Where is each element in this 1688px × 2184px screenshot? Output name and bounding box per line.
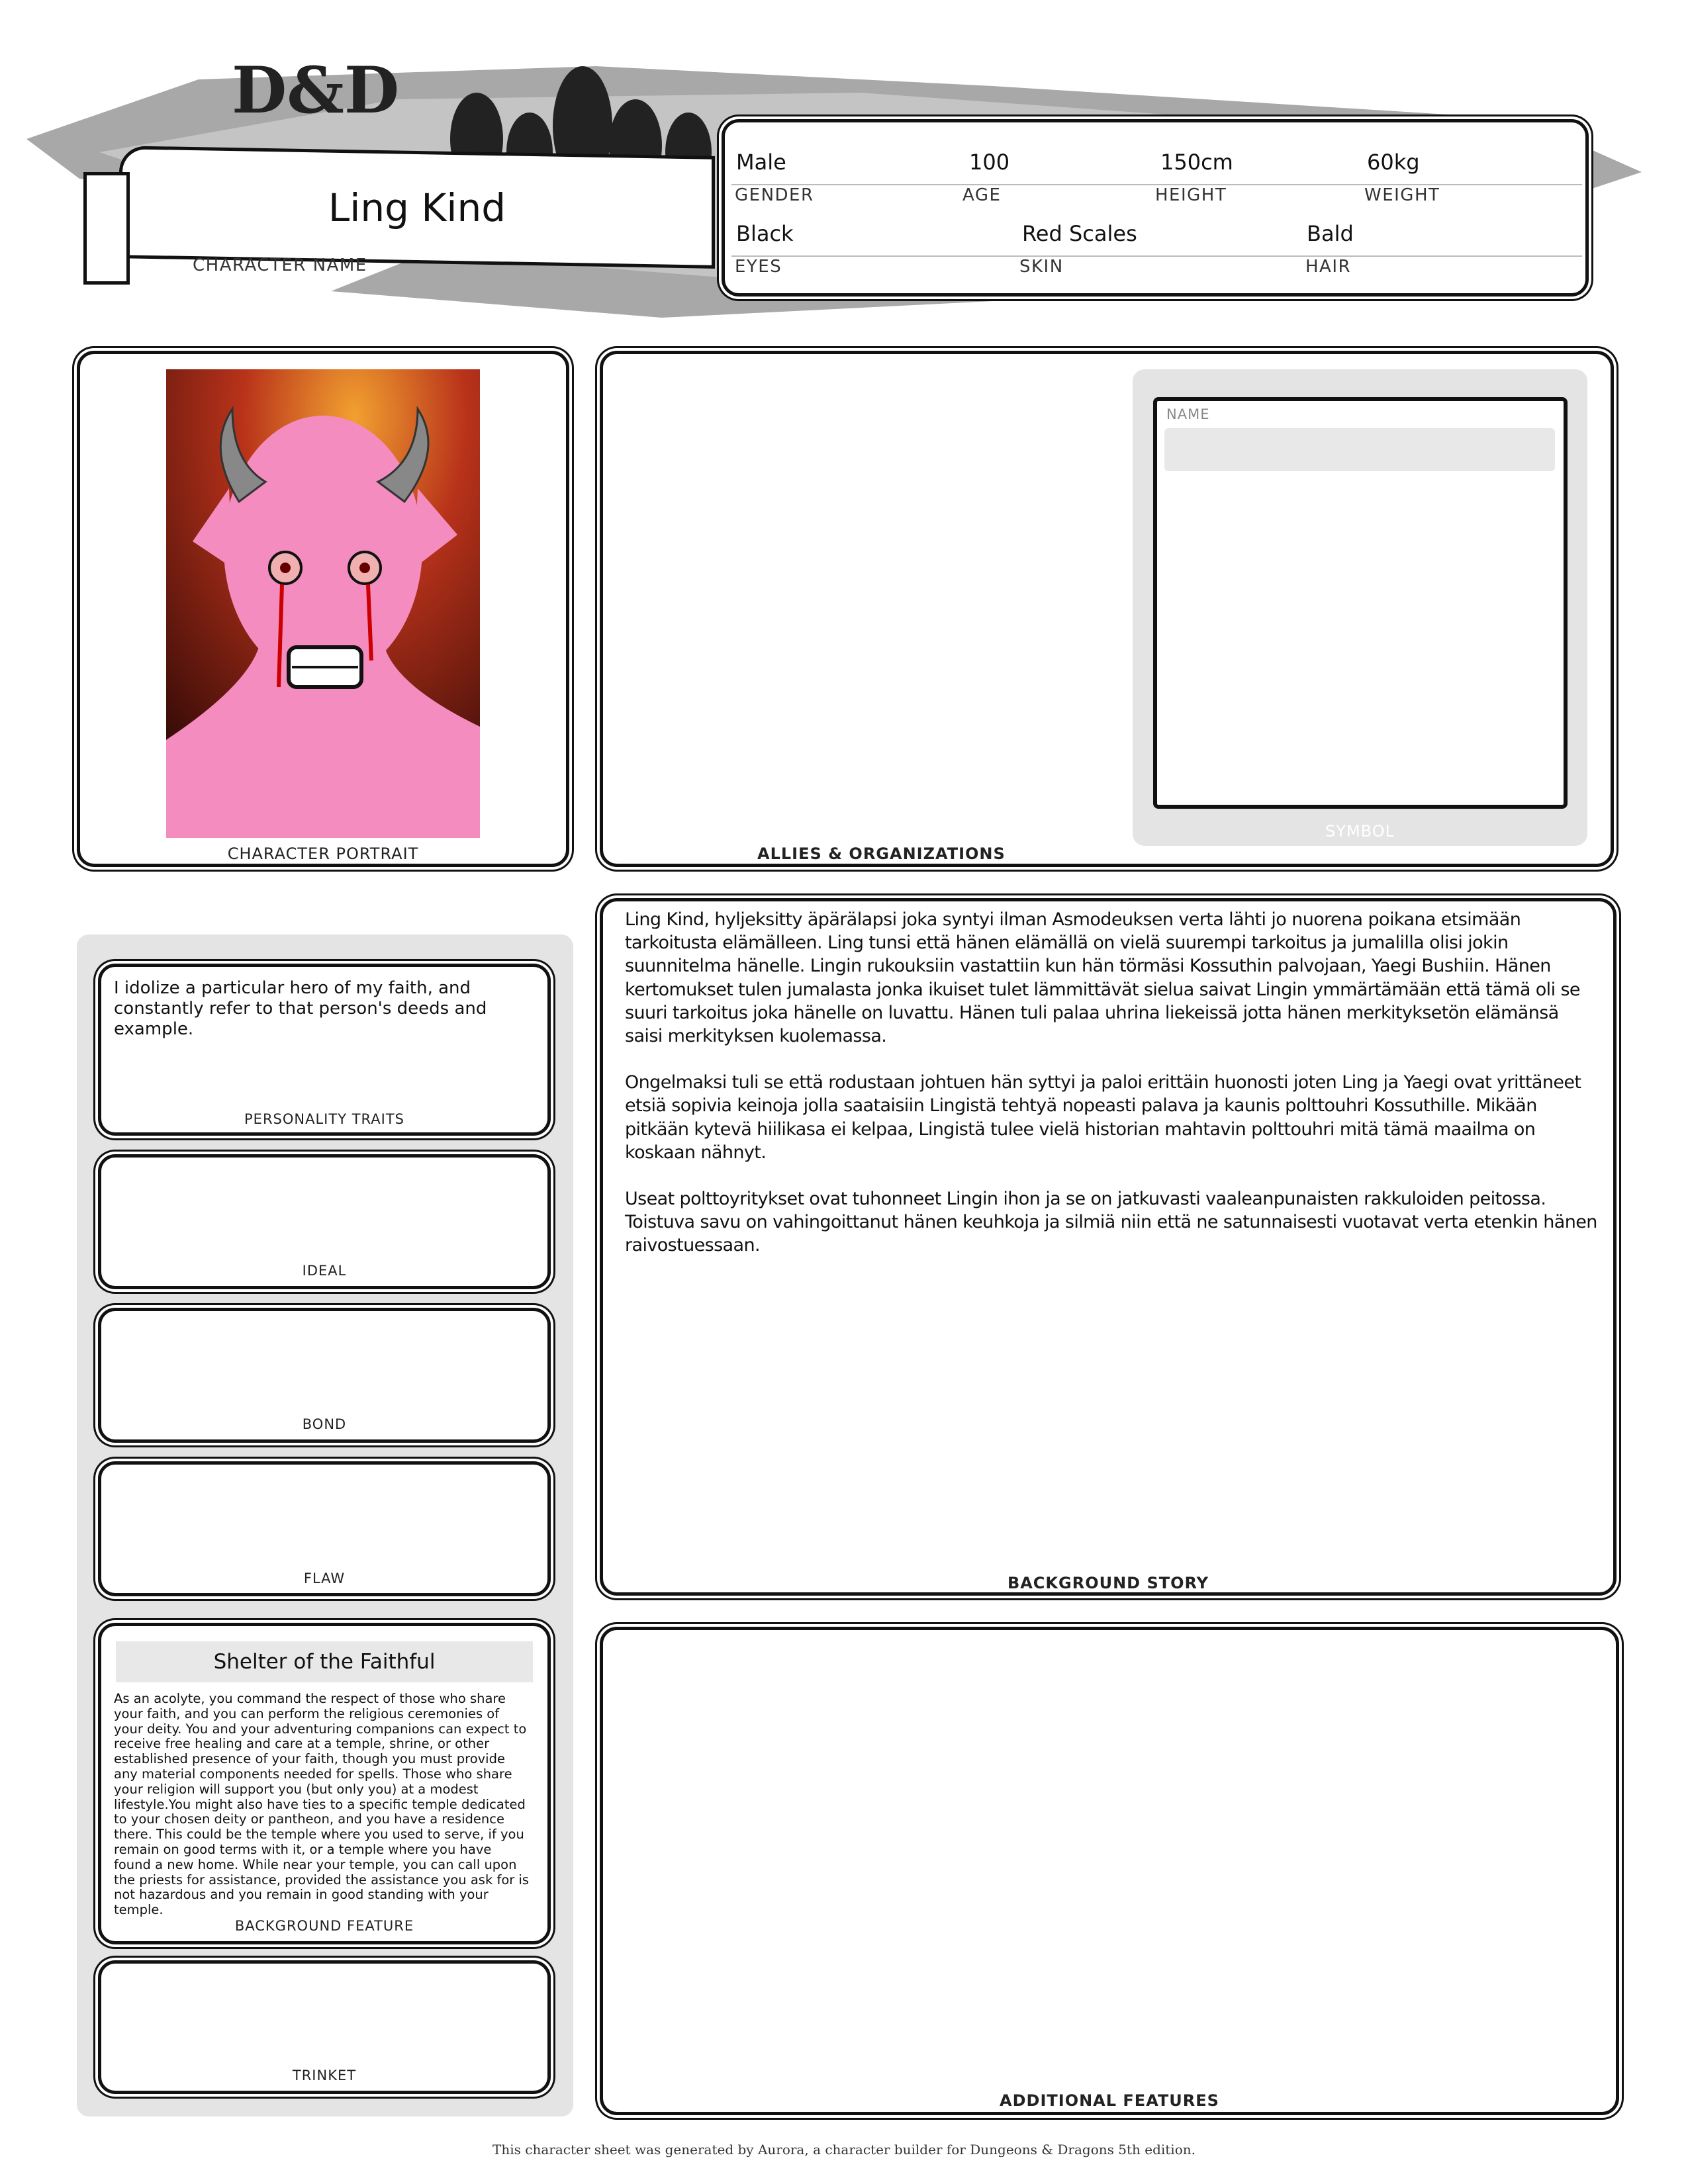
skin-label: SKIN: [1019, 257, 1064, 277]
gender-label: GENDER: [735, 185, 814, 205]
height-value[interactable]: 150cm: [1160, 150, 1233, 175]
additional-features-box: [600, 1627, 1619, 2115]
portrait-label: CHARACTER PORTRAIT: [227, 844, 419, 863]
character-name[interactable]: Ling Kind: [199, 185, 635, 230]
hair-value[interactable]: Bald: [1307, 221, 1354, 246]
allies-label: ALLIES & ORGANIZATIONS: [757, 844, 1006, 863]
character-portrait-image[interactable]: [166, 369, 480, 838]
bond-label: BOND: [302, 1416, 347, 1432]
story-paragraph: Ling Kind, hyljeksitty äpärälapsi joka s…: [625, 909, 1581, 1047]
height-label: HEIGHT: [1155, 185, 1227, 205]
story-paragraph: Ongelmaksi tuli se että rodustaan johtue…: [625, 1072, 1581, 1163]
background-story-label: BACKGROUND STORY: [1007, 1574, 1209, 1592]
feature-text: As an acolyte, you command the respect o…: [114, 1691, 530, 1918]
eyes-label: EYES: [735, 257, 782, 277]
age-label: AGE: [962, 185, 1002, 205]
hair-label: HAIR: [1305, 257, 1352, 277]
character-name-label: CHARACTER NAME: [193, 255, 367, 275]
story-paragraph: Useat polttoyritykset ovat tuhonneet Lin…: [625, 1189, 1597, 1256]
weight-value[interactable]: 60kg: [1367, 150, 1420, 175]
footer-text: This character sheet was generated by Au…: [492, 2142, 1196, 2158]
weight-label: WEIGHT: [1364, 185, 1440, 205]
feature-label: BACKGROUND FEATURE: [234, 1918, 414, 1934]
eyes-value[interactable]: Black: [736, 221, 794, 246]
symbol-name-label: NAME: [1166, 406, 1210, 422]
dnd-logo: D&D: [232, 53, 400, 128]
trinket-label: TRINKET: [292, 2068, 357, 2083]
personality-traits-label: PERSONALITY TRAITS: [244, 1111, 404, 1127]
additional-features-label: ADDITIONAL FEATURES: [1000, 2091, 1219, 2110]
personality-traits-text[interactable]: I idolize a particular hero of my faith,…: [114, 978, 538, 1040]
symbol-label: SYMBOL: [1325, 822, 1395, 841]
feature-title: Shelter of the Faithful: [116, 1641, 533, 1682]
background-story-text[interactable]: Ling Kind, hyljeksitty äpärälapsi joka s…: [625, 908, 1598, 1257]
gender-value[interactable]: Male: [736, 150, 786, 175]
character-details-box: [722, 119, 1589, 296]
ideal-label: IDEAL: [302, 1263, 347, 1279]
flaw-label: FLAW: [303, 1570, 346, 1586]
symbol-name-field[interactable]: [1164, 428, 1555, 471]
age-value[interactable]: 100: [969, 150, 1009, 175]
name-banner-tail: [83, 172, 130, 285]
skin-value[interactable]: Red Scales: [1022, 221, 1137, 246]
